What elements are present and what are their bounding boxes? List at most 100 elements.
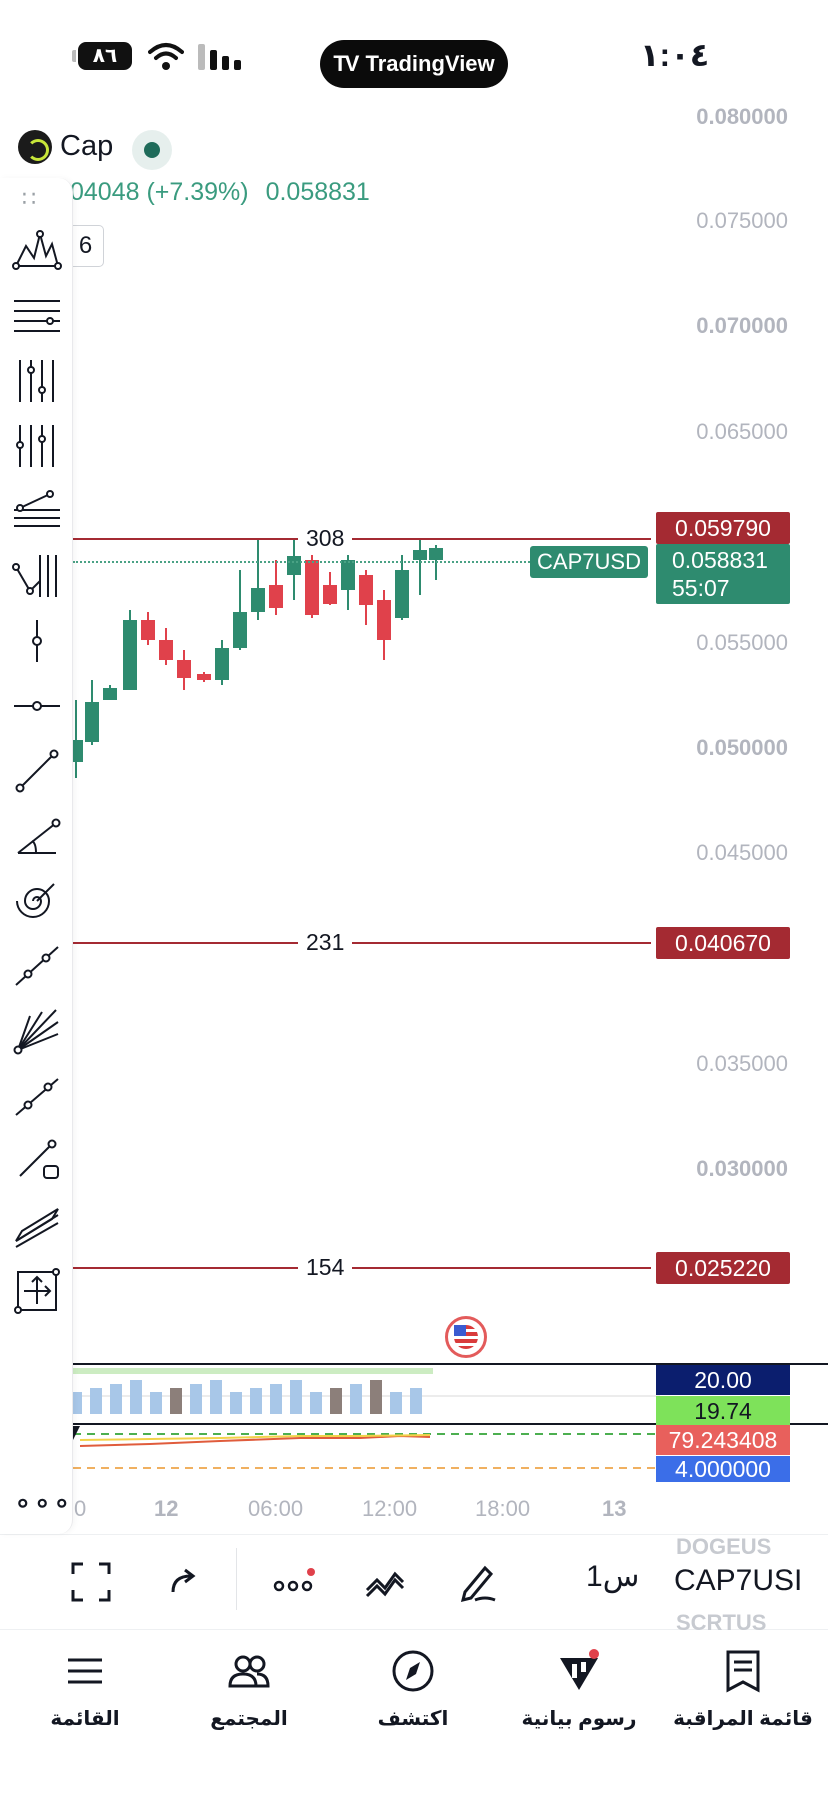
more-tools-icon[interactable]: ∘∘∘ <box>14 1486 73 1519</box>
tradingview-badge-label: TradingView <box>365 51 495 76</box>
volume-bar <box>410 1388 422 1414</box>
level-price-tag: 0.025220 <box>656 1252 790 1284</box>
parallel-channel-icon[interactable] <box>12 1201 62 1251</box>
horizontal-level-line[interactable] <box>73 942 651 944</box>
drawing-pen-icon[interactable] <box>452 1557 502 1607</box>
volume-bar <box>330 1388 342 1414</box>
signal-icon <box>198 44 241 70</box>
interval-selector[interactable]: 1س <box>586 1559 639 1594</box>
drawings-count[interactable]: 6 <box>68 225 104 267</box>
candle-body <box>141 620 155 640</box>
vertical-lines-icon[interactable] <box>12 356 62 406</box>
volume-bar <box>110 1384 122 1414</box>
symbol-next[interactable]: SCRTUS <box>676 1610 766 1630</box>
parallel-vertical-icon[interactable] <box>12 421 62 471</box>
candle-body <box>395 570 409 618</box>
price-axis-label: 0.035000 <box>696 1051 788 1076</box>
drag-handle-icon[interactable]: ∷ <box>22 186 38 212</box>
bar-countdown: 55:07 <box>672 575 730 601</box>
nav-explore[interactable]: اكتشف <box>328 1648 498 1731</box>
trend-line-icon[interactable] <box>12 746 62 796</box>
divider <box>236 1548 237 1610</box>
level-count: 231 <box>298 929 353 956</box>
nav-charts[interactable]: رسوم بيانية <box>494 1648 664 1731</box>
candle-body <box>233 612 247 648</box>
trend-angle-icon[interactable] <box>12 811 62 861</box>
community-icon <box>228 1655 270 1688</box>
nav-menu[interactable]: القائمة <box>0 1648 170 1731</box>
fullscreen-icon[interactable] <box>66 1557 116 1607</box>
time-axis-label: 13 <box>602 1496 627 1521</box>
volume-bar <box>290 1380 302 1414</box>
time-axis-label: 12 <box>154 1496 179 1521</box>
price-axis-label: 0.080000 <box>696 104 788 129</box>
battery-indicator: ٨٦ <box>72 42 132 70</box>
nav-label: اكتشف <box>377 1708 449 1730</box>
status-bar: ٨٦ TV TradingView ١:٠٤ <box>0 0 828 110</box>
volume-bar <box>370 1380 382 1414</box>
volume-bar <box>350 1384 362 1414</box>
chart-icon <box>560 1649 599 1690</box>
fan-lines-icon[interactable] <box>12 1006 62 1056</box>
time-axis-label: 06:00 <box>248 1496 304 1521</box>
horizontal-level-line[interactable] <box>73 1267 651 1269</box>
elliott-wave-icon[interactable] <box>12 551 62 601</box>
tradingview-logo-icon: TV <box>333 51 359 76</box>
oscillator-value-tag: 79.243408 <box>656 1425 790 1455</box>
time-axis-label: 18:00 <box>475 1496 531 1521</box>
candle-body <box>377 600 391 640</box>
fib-spiral-icon[interactable] <box>12 876 62 926</box>
market-status-icon[interactable] <box>132 130 172 170</box>
last-price-value: 0.058831 <box>672 547 768 573</box>
horizontal-lines-icon[interactable] <box>12 291 62 341</box>
vertical-line-icon[interactable] <box>12 616 62 666</box>
oscillator-pane <box>73 1426 660 1469</box>
symbol-logo-icon <box>18 130 52 164</box>
volume-bar <box>310 1392 322 1414</box>
volume-bar <box>390 1392 402 1414</box>
candle-body <box>251 588 265 612</box>
time-axis-label: 12:00 <box>362 1496 418 1521</box>
economic-event-flag-icon[interactable] <box>445 1316 487 1358</box>
volume-bar <box>270 1384 282 1414</box>
volume-bar <box>230 1392 242 1414</box>
horizontal-level-line[interactable] <box>73 538 651 540</box>
volume-bar <box>190 1384 202 1414</box>
candle-body <box>215 648 229 680</box>
volume-bar <box>90 1388 102 1414</box>
compass-icon <box>392 1650 434 1692</box>
symbol-switcher[interactable]: DOGEUS CAP7USI SCRTUS <box>674 1534 828 1630</box>
drawing-toolbar: ∷ ∘∘∘ <box>0 178 73 1534</box>
symbol-current[interactable]: CAP7USI <box>674 1564 802 1598</box>
candle-body <box>341 560 355 590</box>
price-axis-label: 0.055000 <box>696 630 788 655</box>
indicators-icon[interactable] <box>360 1557 410 1607</box>
more-options-icon[interactable] <box>268 1557 318 1607</box>
pattern-tool-icon[interactable] <box>12 226 62 276</box>
nav-watchlist[interactable]: قائمة المراقبة <box>658 1648 828 1731</box>
ray-icon[interactable] <box>12 1136 62 1186</box>
last-price-line <box>73 561 533 563</box>
price-axis-label: 0.070000 <box>696 313 788 338</box>
candle-body <box>123 620 137 690</box>
symbol-name[interactable]: Cap <box>60 130 113 163</box>
level-count: 154 <box>298 1254 353 1281</box>
price-change-value: 04048 (+7.39%) <box>70 178 249 206</box>
measure-icon[interactable] <box>12 1266 62 1316</box>
price-axis-label: 0.065000 <box>696 419 788 444</box>
volume-bar <box>250 1388 262 1414</box>
fib-fan-icon[interactable] <box>12 486 62 536</box>
level-count: 308 <box>298 525 353 552</box>
price-change: 04048 (+7.39%) 0.058831 <box>70 178 380 207</box>
header-last-price: 0.058831 <box>265 178 370 206</box>
info-line-icon[interactable] <box>12 941 62 991</box>
status-time: ١:٠٤ <box>640 37 710 73</box>
nav-community[interactable]: المجتمع <box>164 1648 334 1731</box>
horizontal-ray-icon[interactable] <box>12 681 62 731</box>
redo-icon[interactable] <box>160 1557 210 1607</box>
tradingview-badge[interactable]: TV TradingView <box>320 40 508 88</box>
symbol-prev[interactable]: DOGEUS <box>676 1534 771 1560</box>
extended-line-icon[interactable] <box>12 1071 62 1121</box>
last-price-tag: 0.058831 55:07 <box>656 544 790 604</box>
price-axis-label: 0.045000 <box>696 840 788 865</box>
